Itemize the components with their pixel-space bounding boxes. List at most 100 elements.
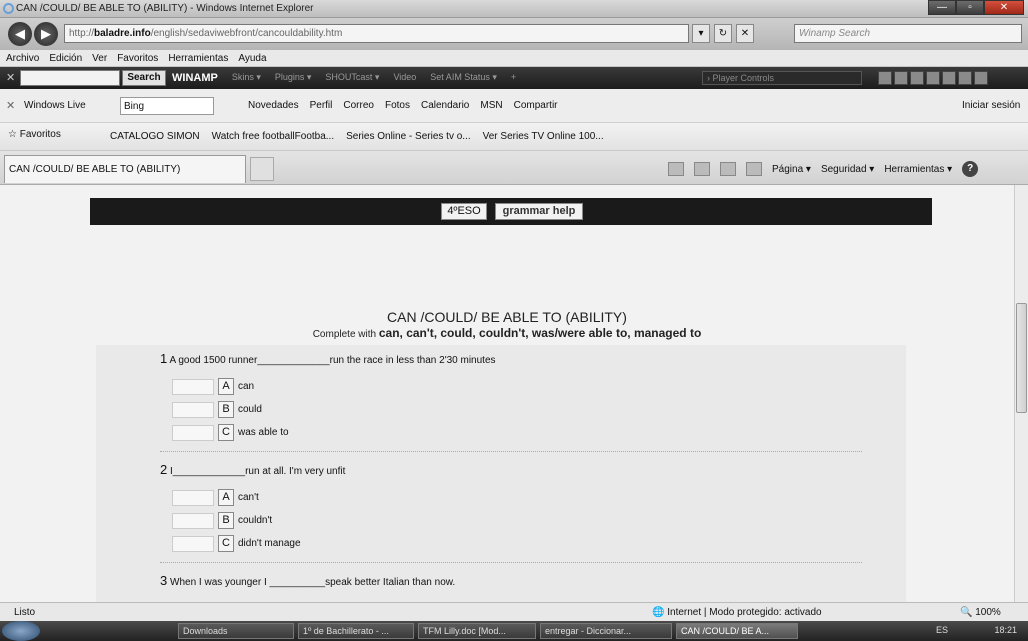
live-link[interactable]: Compartir bbox=[514, 100, 558, 111]
minimize-icon[interactable]: — bbox=[928, 0, 956, 15]
bing-search-input[interactable]: Bing bbox=[120, 97, 214, 115]
stop-icon[interactable]: ✕ bbox=[736, 24, 754, 43]
option-button-c[interactable]: C bbox=[218, 424, 234, 441]
start-button[interactable] bbox=[2, 621, 40, 641]
level-button[interactable]: 4ºESO bbox=[441, 203, 487, 220]
option-button-b[interactable]: B bbox=[218, 512, 234, 529]
print-icon[interactable] bbox=[746, 162, 762, 176]
answer-box[interactable] bbox=[172, 489, 214, 506]
winamp-item[interactable]: Set AIM Status ▾ bbox=[430, 72, 497, 84]
favorite-link[interactable]: Series Online - Series tv o... bbox=[346, 131, 471, 142]
favorite-link[interactable]: Ver Series TV Online 100... bbox=[483, 131, 604, 142]
address-bar[interactable]: http://baladre.info/english/sedaviwebfro… bbox=[64, 24, 689, 43]
player-button[interactable] bbox=[926, 71, 940, 85]
live-link[interactable]: Fotos bbox=[385, 100, 410, 111]
player-button[interactable] bbox=[894, 71, 908, 85]
menu-edicion[interactable]: Edición bbox=[49, 53, 82, 64]
winamp-search-input[interactable] bbox=[20, 70, 120, 86]
compat-view-icon[interactable]: ▾ bbox=[692, 24, 710, 43]
favorite-link[interactable]: Watch free footballFootba... bbox=[212, 131, 334, 142]
live-link[interactable]: Correo bbox=[343, 100, 374, 111]
live-link[interactable]: MSN bbox=[480, 100, 502, 111]
player-button[interactable] bbox=[974, 71, 988, 85]
option-button-a[interactable]: A bbox=[218, 378, 234, 395]
player-button[interactable] bbox=[910, 71, 924, 85]
taskbar-item[interactable]: 1º de Bachillerato - ... bbox=[298, 623, 414, 639]
taskbar-item[interactable]: Downloads bbox=[178, 623, 294, 639]
question-text: A good 1500 runner_____________run the r… bbox=[169, 355, 496, 366]
menu-ver[interactable]: Ver bbox=[92, 53, 107, 64]
help-icon[interactable]: ? bbox=[962, 161, 979, 177]
answer-box[interactable] bbox=[172, 401, 214, 418]
option-button-c[interactable]: C bbox=[218, 535, 234, 552]
option-row: C didn't manage bbox=[172, 535, 301, 552]
signin-link[interactable]: Iniciar sesión bbox=[962, 100, 1020, 111]
scrollbar-thumb[interactable] bbox=[1016, 303, 1027, 413]
live-link[interactable]: Perfil bbox=[310, 100, 333, 111]
question-1: 1 A good 1500 runner_____________run the… bbox=[160, 351, 496, 366]
favorite-link[interactable]: CATALOGO SIMON bbox=[110, 131, 200, 142]
option-text: can bbox=[238, 381, 255, 392]
page-menu[interactable]: Página ▾ bbox=[772, 164, 811, 175]
menu-favoritos[interactable]: Favoritos bbox=[117, 53, 158, 64]
player-button[interactable] bbox=[942, 71, 956, 85]
ie-logo-icon bbox=[3, 3, 14, 14]
player-button[interactable] bbox=[878, 71, 892, 85]
live-link[interactable]: Calendario bbox=[421, 100, 469, 111]
close-toolbar-icon[interactable]: ✕ bbox=[6, 99, 15, 112]
answer-box[interactable] bbox=[172, 535, 214, 552]
tools-menu[interactable]: Herramientas ▾ bbox=[884, 164, 952, 175]
vertical-scrollbar[interactable] bbox=[1014, 185, 1028, 602]
winamp-item[interactable]: Video bbox=[393, 72, 416, 84]
answer-box[interactable] bbox=[172, 424, 214, 441]
add-icon[interactable]: + bbox=[511, 72, 516, 84]
menu-ayuda[interactable]: Ayuda bbox=[238, 53, 266, 64]
rss-icon[interactable] bbox=[694, 162, 710, 176]
system-tray: ES 18:21 bbox=[936, 625, 1017, 635]
zoom-icon: 🔍 bbox=[960, 607, 976, 618]
taskbar-item[interactable]: entregar - Diccionar... bbox=[540, 623, 672, 639]
option-row: C was able to bbox=[172, 424, 289, 441]
address-row: ◀ ▶ http://baladre.info/english/sedaviwe… bbox=[0, 18, 1028, 50]
clock[interactable]: 18:21 bbox=[995, 625, 1018, 635]
grammar-help-button[interactable]: grammar help bbox=[495, 203, 583, 220]
player-button[interactable] bbox=[958, 71, 972, 85]
refresh-icon[interactable]: ↻ bbox=[714, 24, 732, 43]
windows-live-label[interactable]: Windows Live bbox=[24, 100, 86, 111]
winamp-item[interactable]: Plugins ▾ bbox=[275, 72, 312, 84]
new-tab-button[interactable] bbox=[250, 157, 274, 181]
menu-herramientas[interactable]: Herramientas bbox=[168, 53, 228, 64]
zoom-level[interactable]: 🔍 100% bbox=[960, 607, 1001, 618]
option-button-b[interactable]: B bbox=[218, 401, 234, 418]
address-tools: ▾ ↻ ✕ bbox=[692, 24, 754, 43]
home-icon[interactable] bbox=[668, 162, 684, 176]
favorites-button[interactable]: ☆ Favoritos bbox=[8, 129, 68, 140]
close-icon[interactable]: ✕ bbox=[984, 0, 1024, 15]
live-link[interactable]: Novedades bbox=[248, 100, 299, 111]
safety-menu[interactable]: Seguridad ▾ bbox=[821, 164, 874, 175]
taskbar-item[interactable]: TFM Lilly.doc [Mod... bbox=[418, 623, 536, 639]
winamp-item[interactable]: Skins ▾ bbox=[232, 72, 261, 84]
close-toolbar-icon[interactable]: ✕ bbox=[6, 71, 15, 84]
divider bbox=[160, 562, 862, 563]
winamp-search-button[interactable]: Search bbox=[122, 70, 166, 86]
winamp-item[interactable]: SHOUTcast ▾ bbox=[325, 72, 379, 84]
answer-box[interactable] bbox=[172, 512, 214, 529]
taskbar-item-active[interactable]: CAN /COULD/ BE A... bbox=[676, 623, 798, 639]
player-controls[interactable]: › Player Controls bbox=[702, 71, 862, 85]
option-row: B could bbox=[172, 401, 262, 418]
mail-icon[interactable] bbox=[720, 162, 736, 176]
language-indicator[interactable]: ES bbox=[936, 625, 948, 635]
forward-button[interactable]: ▶ bbox=[34, 22, 58, 46]
search-input[interactable]: Winamp Search bbox=[794, 24, 1022, 43]
back-button[interactable]: ◀ bbox=[8, 22, 32, 46]
maximize-icon[interactable]: ▫ bbox=[956, 0, 984, 15]
option-row: A can bbox=[172, 378, 254, 395]
winamp-toolbar: ✕ Search WINAMP Skins ▾ Plugins ▾ SHOUTc… bbox=[0, 67, 1028, 89]
menu-archivo[interactable]: Archivo bbox=[6, 53, 39, 64]
tab-current[interactable]: CAN /COULD/ BE ABLE TO (ABILITY) bbox=[4, 155, 246, 183]
answer-box[interactable] bbox=[172, 378, 214, 395]
instructions-prefix: Complete with bbox=[312, 329, 377, 340]
window-controls: — ▫ ✕ bbox=[928, 0, 1024, 17]
option-button-a[interactable]: A bbox=[218, 489, 234, 506]
